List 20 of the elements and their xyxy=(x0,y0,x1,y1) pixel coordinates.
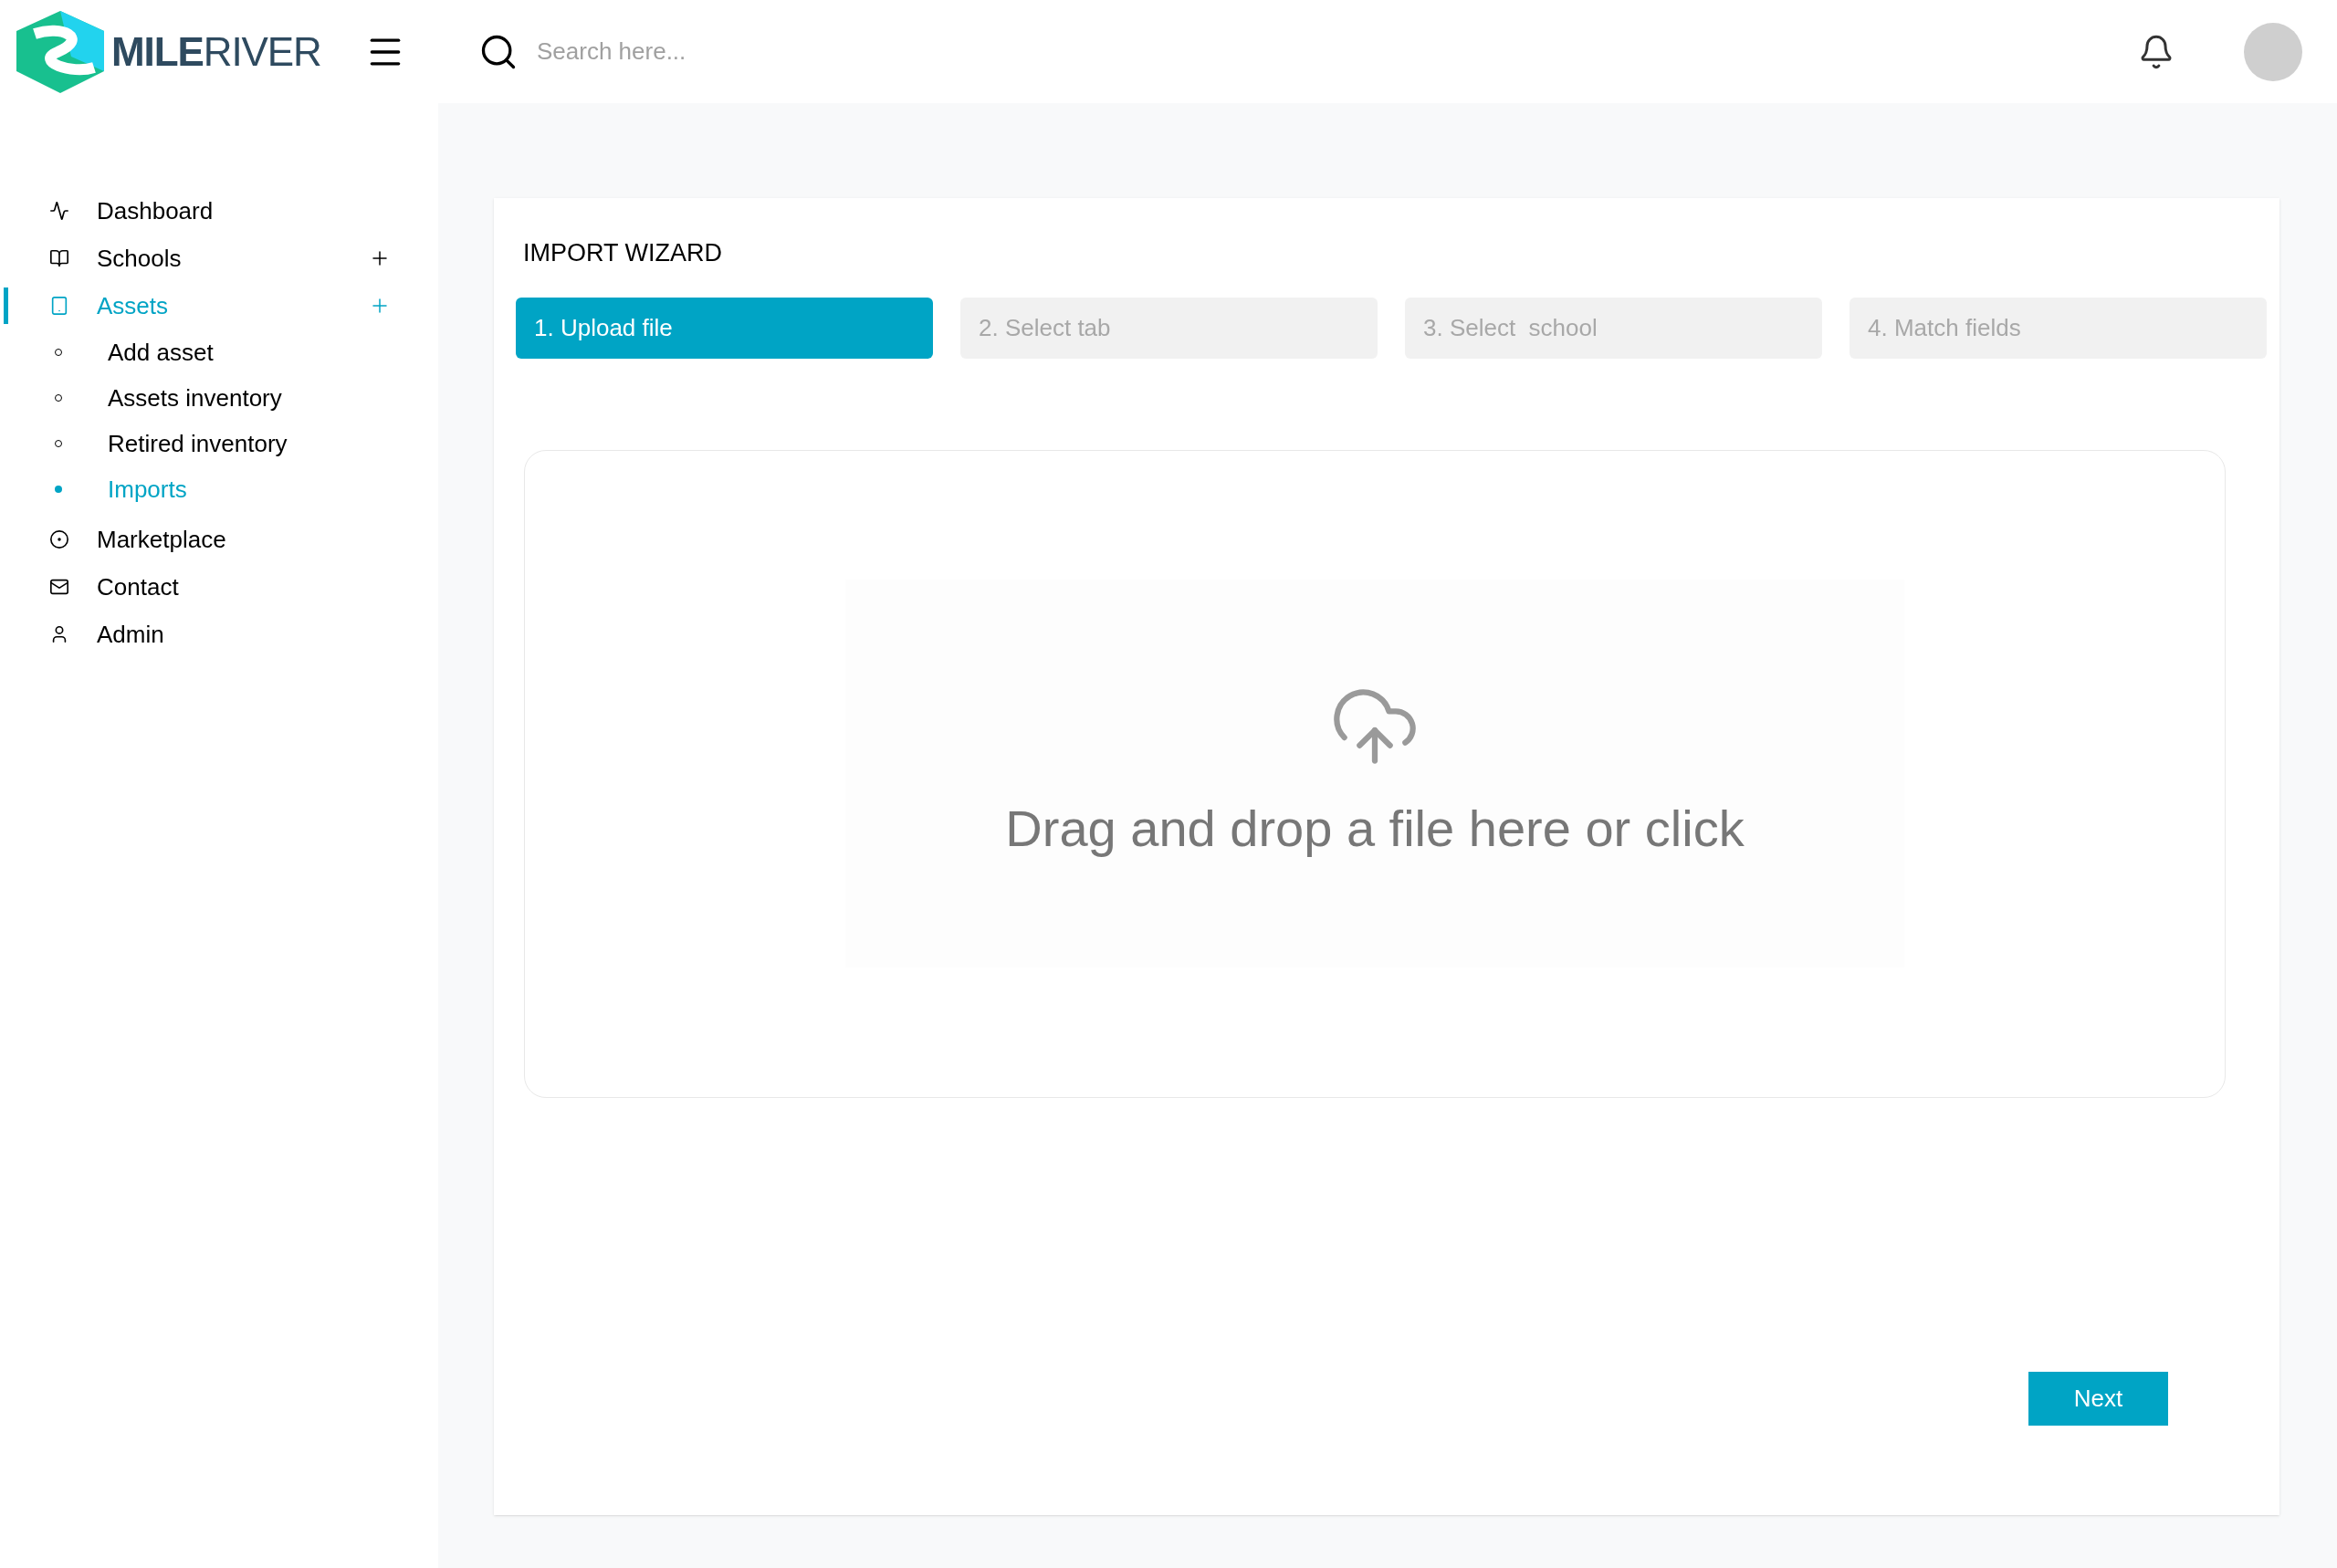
logo-icon xyxy=(16,10,104,93)
dropzone[interactable]: Drag and drop a file here or click xyxy=(524,449,2226,1098)
sidebar-item[interactable]: Marketplace xyxy=(0,516,438,563)
sidebar-item[interactable]: Contact xyxy=(0,563,438,611)
sidebar-subitem[interactable]: Retired inventory xyxy=(0,421,438,466)
bullet-icon xyxy=(55,486,62,493)
sidebar-item[interactable]: Admin xyxy=(0,611,438,658)
sidebar-subitem[interactable]: Assets inventory xyxy=(0,375,438,421)
dropzone-text: Drag and drop a file here or click xyxy=(1005,798,1745,859)
search-field[interactable]: Search here... xyxy=(537,34,1085,69)
book-icon xyxy=(49,248,69,268)
pulse-icon xyxy=(49,201,69,221)
target-icon xyxy=(49,529,69,549)
sidebar-subitem[interactable]: Add asset xyxy=(0,329,438,375)
logo-text: MILERIVER xyxy=(111,27,321,76)
mail-icon xyxy=(49,577,69,597)
sidebar-item[interactable]: Schools xyxy=(0,235,438,282)
wizard-title: IMPORT WIZARD xyxy=(523,238,723,268)
tablet-icon xyxy=(49,296,69,316)
sidebar-item[interactable]: Dashboard xyxy=(0,187,438,235)
